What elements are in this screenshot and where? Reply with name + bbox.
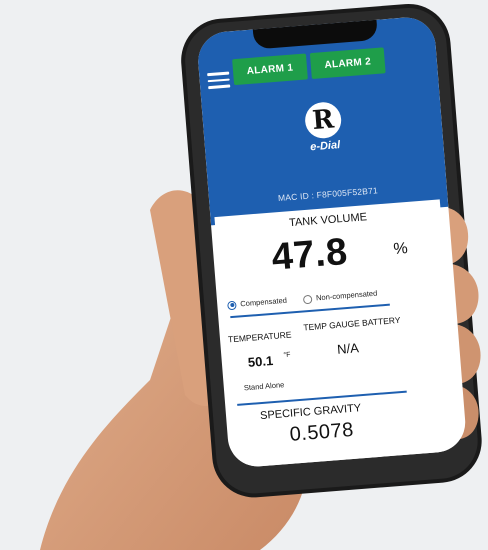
- readings-panel: TANK VOLUME 47.8 % Compensated Non-compe…: [214, 199, 462, 469]
- logo-brand-text: e-Dial: [309, 139, 341, 154]
- hamburger-menu-icon[interactable]: [207, 71, 231, 90]
- noncompensated-label: Non-compensated: [315, 288, 378, 303]
- compensated-radio[interactable]: Compensated: [227, 296, 287, 310]
- battery-label: TEMP GAUGE BATTERY: [302, 314, 401, 333]
- phone-screen: ALARM 1 ALARM 2 R e-Dial MAC ID : F8F005…: [196, 15, 468, 469]
- radio-selected-icon: [227, 300, 237, 310]
- battery-value: N/A: [336, 340, 360, 357]
- stand-alone-note: Stand Alone: [243, 380, 285, 393]
- tank-volume-value: 47.8: [270, 230, 350, 279]
- logo-circle: R: [303, 100, 343, 140]
- tank-volume-unit: %: [392, 240, 409, 259]
- temperature-unit: °F: [283, 351, 291, 360]
- radio-unselected-icon: [302, 294, 313, 304]
- divider: [237, 390, 407, 406]
- temperature-label: TEMPERATURE: [227, 329, 292, 345]
- compensated-label: Compensated: [239, 295, 288, 309]
- temperature-value: 50.1: [247, 352, 274, 370]
- compensation-options: Compensated Non-compensated: [227, 284, 437, 314]
- noncompensated-radio[interactable]: Non-compensated: [302, 288, 378, 304]
- specific-gravity-value: 0.5078: [288, 418, 355, 446]
- edial-logo: R e-Dial: [298, 100, 350, 162]
